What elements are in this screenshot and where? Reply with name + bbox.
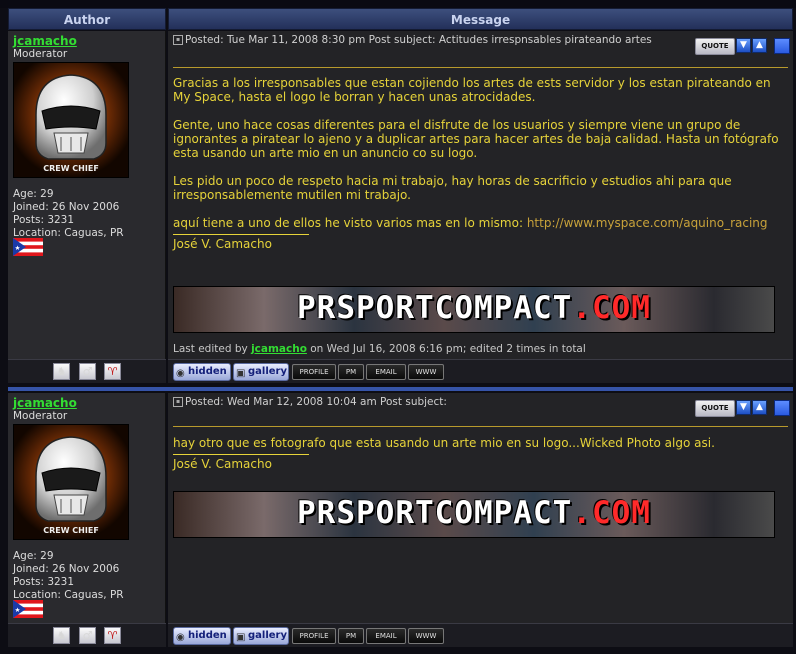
- banner-ext-text: .COM: [572, 495, 651, 531]
- profile-person-icon[interactable]: ♞: [53, 627, 70, 644]
- author-details: Age: 29 Joined: 26 Nov 2006 Posts: 3231 …: [13, 550, 124, 602]
- post-icon: ▪: [173, 397, 183, 407]
- post-2-message-actions: ◉ hidden ▣ gallery PROFILE PM EMAIL WWW: [168, 623, 793, 647]
- author-name-link[interactable]: jcamacho: [13, 396, 77, 410]
- post-icon: ▪: [173, 35, 183, 45]
- banner-main-text: PRSPORTCOMPACT: [297, 290, 573, 326]
- puerto-rico-flag-icon: [13, 238, 43, 256]
- author-posts: Posts: 3231: [13, 576, 75, 588]
- signature: José V. Camacho: [173, 457, 272, 471]
- www-button[interactable]: WWW: [408, 364, 444, 380]
- signature-divider: [173, 454, 309, 455]
- camera-icon: ▣: [236, 368, 246, 379]
- top-strip: [0, 0, 796, 8]
- www-button[interactable]: WWW: [408, 628, 444, 644]
- author-rank: Moderator: [13, 48, 68, 60]
- avatar-label: CREW CHIEF: [43, 164, 99, 173]
- author-joined: Joined: 26 Nov 2006: [13, 201, 120, 213]
- banner-main-text: PRSPORTCOMPACT: [297, 495, 573, 531]
- gallery-button[interactable]: ▣ gallery: [233, 363, 289, 381]
- post-body: hay otro que es fotografo que esta usand…: [173, 436, 785, 471]
- author-rank: Moderator: [13, 410, 68, 422]
- author-name-link[interactable]: jcamacho: [13, 34, 77, 48]
- arrow-down-icon[interactable]: ▼: [736, 400, 751, 415]
- post-paragraph: hay otro que es fotografo que esta usand…: [173, 436, 715, 450]
- author-age: Age: 29: [13, 550, 54, 562]
- profile-button[interactable]: PROFILE: [292, 628, 336, 644]
- zodiac-icon[interactable]: ♈: [104, 627, 121, 644]
- edited-suffix: on Wed Jul 16, 2008 6:16 pm; edited 2 ti…: [306, 343, 586, 355]
- post-meta: ▪ Posted: Wed Mar 12, 2008 10:04 am Post …: [173, 396, 683, 409]
- arrow-down-icon[interactable]: ▼: [736, 38, 751, 53]
- edited-prefix: Last edited by: [173, 343, 252, 355]
- eye-icon: ◉: [176, 632, 185, 643]
- email-button[interactable]: EMAIL: [366, 364, 406, 380]
- author-age: Age: 29: [13, 188, 54, 200]
- author-column-header: Author: [8, 8, 166, 30]
- author-details: Age: 29 Joined: 26 Nov 2006 Posts: 3231 …: [13, 188, 124, 240]
- quote-button[interactable]: QUOTE: [695, 400, 735, 417]
- ip-square-icon[interactable]: [774, 400, 790, 416]
- email-button[interactable]: EMAIL: [366, 628, 406, 644]
- zodiac-icon[interactable]: ♈: [104, 363, 121, 380]
- post-body: Gracias a los irresponsables que estan c…: [173, 76, 785, 251]
- profile-button[interactable]: PROFILE: [292, 364, 336, 380]
- avatar: CREW CHIEF: [13, 424, 129, 540]
- puerto-rico-flag-icon: [13, 600, 43, 618]
- signature-banner: PRSPORTCOMPACT.COM: [173, 491, 775, 538]
- ip-square-icon[interactable]: [774, 38, 790, 54]
- post-paragraph: Les pido un poco de respeto hacia mi tra…: [173, 174, 732, 202]
- post-2-message-panel: ▪ Posted: Wed Mar 12, 2008 10:04 am Post …: [168, 393, 793, 623]
- gender-icon[interactable]: ♂: [79, 363, 96, 380]
- myspace-link[interactable]: http://www.myspace.com/aquino_racing: [527, 216, 768, 230]
- gender-icon[interactable]: ♂: [79, 627, 96, 644]
- post-divider: [173, 426, 788, 427]
- hidden-button[interactable]: ◉ hidden: [173, 363, 231, 381]
- post-1-message-panel: ▪ Posted: Tue Mar 11, 2008 8:30 pm Post s…: [168, 31, 793, 359]
- profile-person-icon[interactable]: ♞: [53, 363, 70, 380]
- link-prefix: aquí tiene a uno de ellos he visto vario…: [173, 216, 527, 230]
- helmet-avatar-image: CREW CHIEF: [35, 74, 107, 173]
- edited-user-link[interactable]: jcamacho: [251, 343, 307, 355]
- arrow-up-icon[interactable]: ▲: [752, 38, 767, 53]
- arrow-up-icon[interactable]: ▲: [752, 400, 767, 415]
- banner-ext-text: .COM: [572, 290, 651, 326]
- post-1-author-actions: ♞ ♂ ♈: [8, 359, 166, 383]
- post-paragraph: Gente, uno hace cosas diferentes para el…: [173, 118, 779, 160]
- author-joined: Joined: 26 Nov 2006: [13, 563, 120, 575]
- eye-icon: ◉: [176, 368, 185, 379]
- post-divider: [173, 67, 788, 68]
- signature-divider: [173, 234, 309, 235]
- post-separator: [8, 387, 793, 391]
- message-column-header: Message: [168, 8, 793, 30]
- avatar: CREW CHIEF: [13, 62, 129, 178]
- avatar-label: CREW CHIEF: [43, 526, 99, 535]
- hidden-button[interactable]: ◉ hidden: [173, 627, 231, 645]
- post-1-author-panel: jcamacho Moderator CREW CHIEF Age: 29 Jo…: [8, 31, 166, 359]
- signature: José V. Camacho: [173, 237, 272, 251]
- gallery-button[interactable]: ▣ gallery: [233, 627, 289, 645]
- post-2-author-panel: jcamacho Moderator CREW CHIEF Age: 29 Jo…: [8, 393, 166, 623]
- post-2-author-actions: ♞ ♂ ♈: [8, 623, 166, 647]
- pm-button[interactable]: PM: [338, 364, 364, 380]
- post-meta: ▪ Posted: Tue Mar 11, 2008 8:30 pm Post s…: [173, 34, 683, 47]
- helmet-avatar-image: CREW CHIEF: [35, 436, 107, 535]
- post-meta-text: Posted: Tue Mar 11, 2008 8:30 pm Post su…: [185, 34, 652, 46]
- camera-icon: ▣: [236, 632, 246, 643]
- pm-button[interactable]: PM: [338, 628, 364, 644]
- quote-button[interactable]: QUOTE: [695, 38, 735, 55]
- author-posts: Posts: 3231: [13, 214, 75, 226]
- post-1-message-actions: ◉ hidden ▣ gallery PROFILE PM EMAIL WWW: [168, 359, 793, 383]
- signature-banner: PRSPORTCOMPACT.COM: [173, 286, 775, 333]
- edited-note: Last edited by jcamacho on Wed Jul 16, 2…: [173, 343, 586, 355]
- post-meta-text: Posted: Wed Mar 12, 2008 10:04 am Post s…: [185, 396, 447, 408]
- post-paragraph: Gracias a los irresponsables que estan c…: [173, 76, 771, 104]
